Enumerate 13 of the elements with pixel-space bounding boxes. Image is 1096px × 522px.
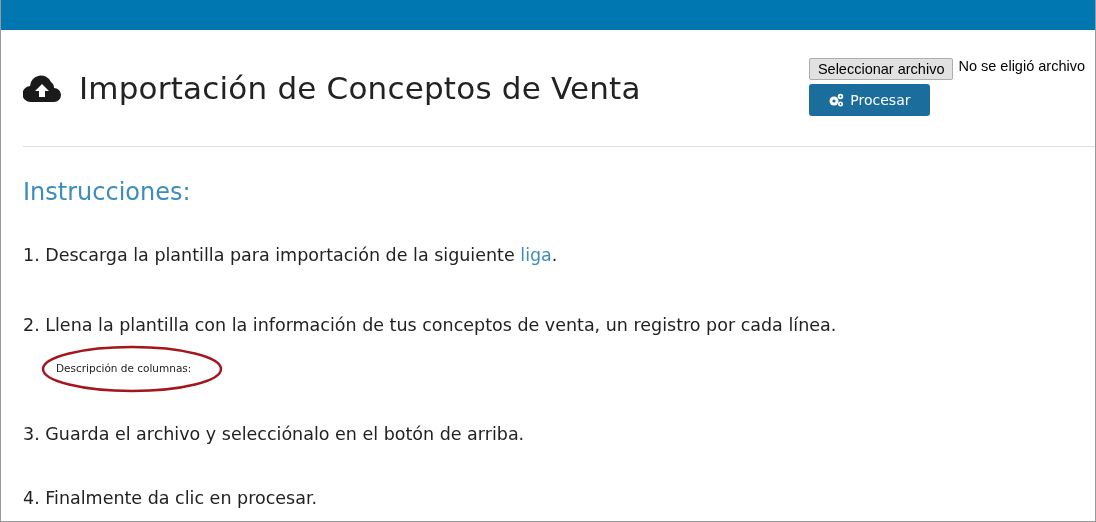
template-link[interactable]: liga xyxy=(520,245,552,265)
column-description-note: Descripción de columnas: xyxy=(56,362,192,374)
page-title: Importación de Conceptos de Venta xyxy=(79,70,641,106)
instruction-step: 4. Finalmente da clic en procesar. xyxy=(23,485,1073,511)
instruction-step: 2. Llena la plantilla con la información de tus conceptos de venta, un registro por cada línea. xyxy=(23,312,1073,338)
cloud-upload-icon xyxy=(23,73,61,103)
gears-icon xyxy=(828,93,845,107)
file-select-button[interactable]: Seleccionar archivo xyxy=(808,58,954,80)
instructions-heading: Instrucciones: xyxy=(23,178,192,206)
instruction-step: 3. Guarda el archivo y selecciónalo en el botón de arriba. xyxy=(23,421,1073,447)
file-status: No se eligió archivo xyxy=(958,58,1085,74)
instruction-step: 1. Descarga la plantilla para importación de la siguiente liga. xyxy=(23,242,1073,268)
process-button[interactable]: Procesar xyxy=(808,84,930,116)
